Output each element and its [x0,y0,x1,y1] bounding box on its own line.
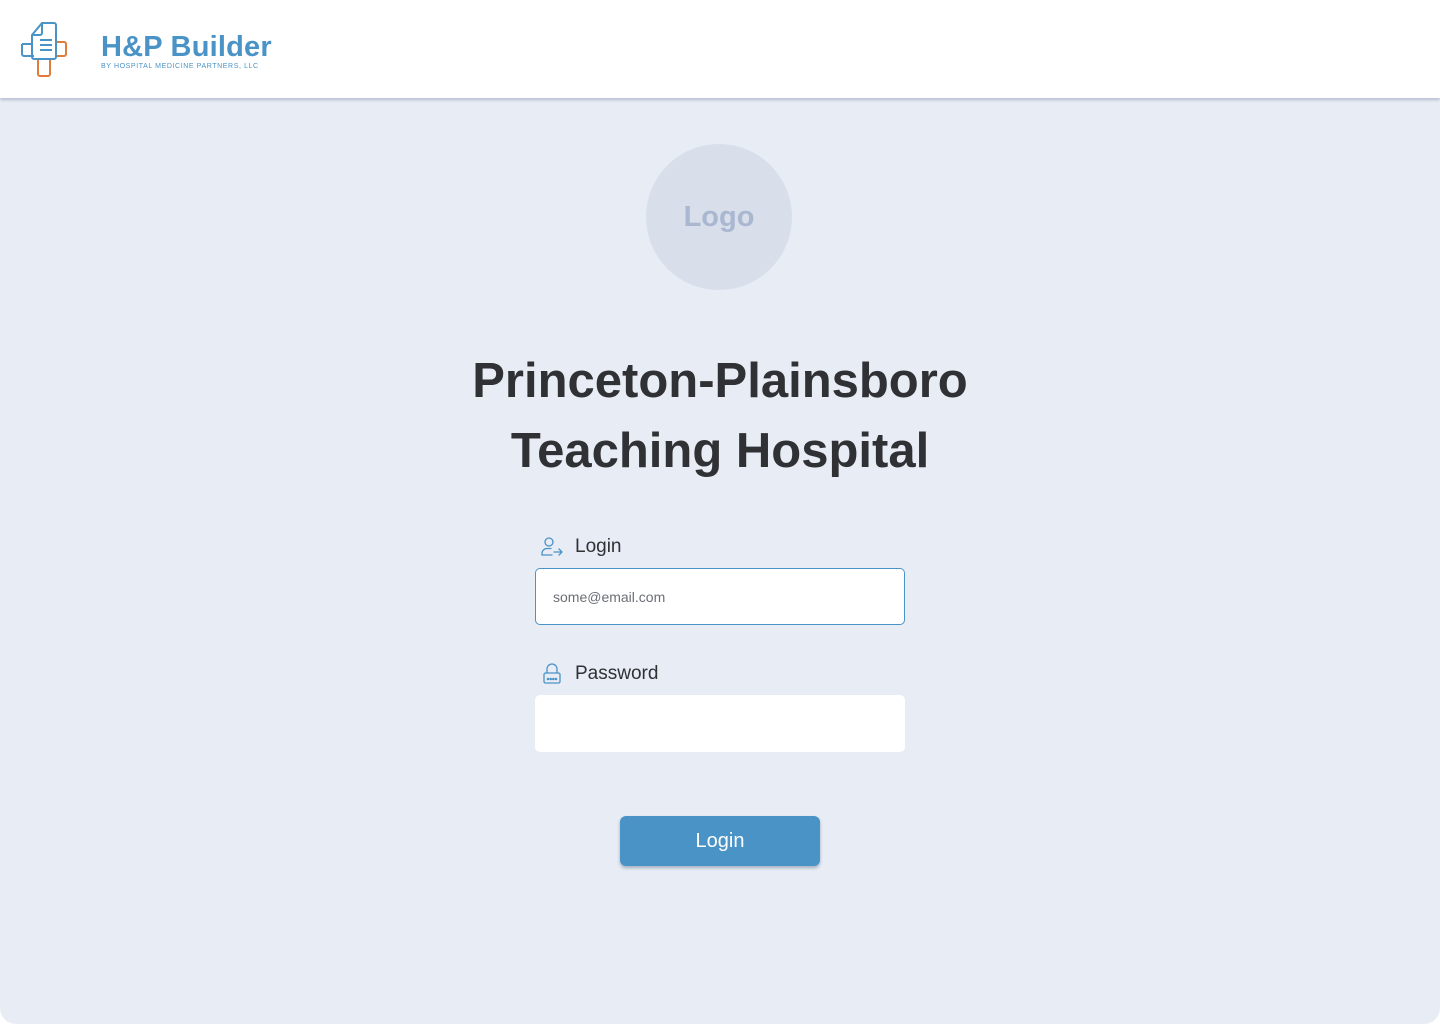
password-field[interactable] [535,695,905,752]
brand[interactable]: H&P Builder BY HOSPITAL MEDICINE PARTNER… [20,20,272,80]
user-arrow-icon [541,537,563,556]
login-button[interactable]: Login [620,816,820,866]
hospital-logo-placeholder: Logo [646,144,792,290]
email-field-value: some@email.com [553,588,666,605]
brand-title: H&P Builder [101,31,272,63]
hospital-name-line1: Princeton-Plainsboro [472,354,968,408]
email-field[interactable]: some@email.com [535,568,905,625]
login-page: H&P Builder BY HOSPITAL MEDICINE PARTNER… [0,0,1440,1024]
header: H&P Builder BY HOSPITAL MEDICINE PARTNER… [0,0,1440,98]
hospital-name-line2: Teaching Hospital [510,424,930,478]
login-label: Login [540,535,622,559]
brand-subtitle: BY HOSPITAL MEDICINE PARTNERS, LLC [101,63,259,70]
login-label-text: Login [575,536,622,557]
password-label-text: Password [575,663,659,684]
password-label: Password [540,662,658,686]
lock-icon [543,663,561,684]
brand-text: H&P Builder BY HOSPITAL MEDICINE PARTNER… [101,32,272,70]
document-medical-cross-icon [21,22,67,77]
hospital-name: Princeton-Plainsboro Teaching Hospital [320,346,1120,486]
